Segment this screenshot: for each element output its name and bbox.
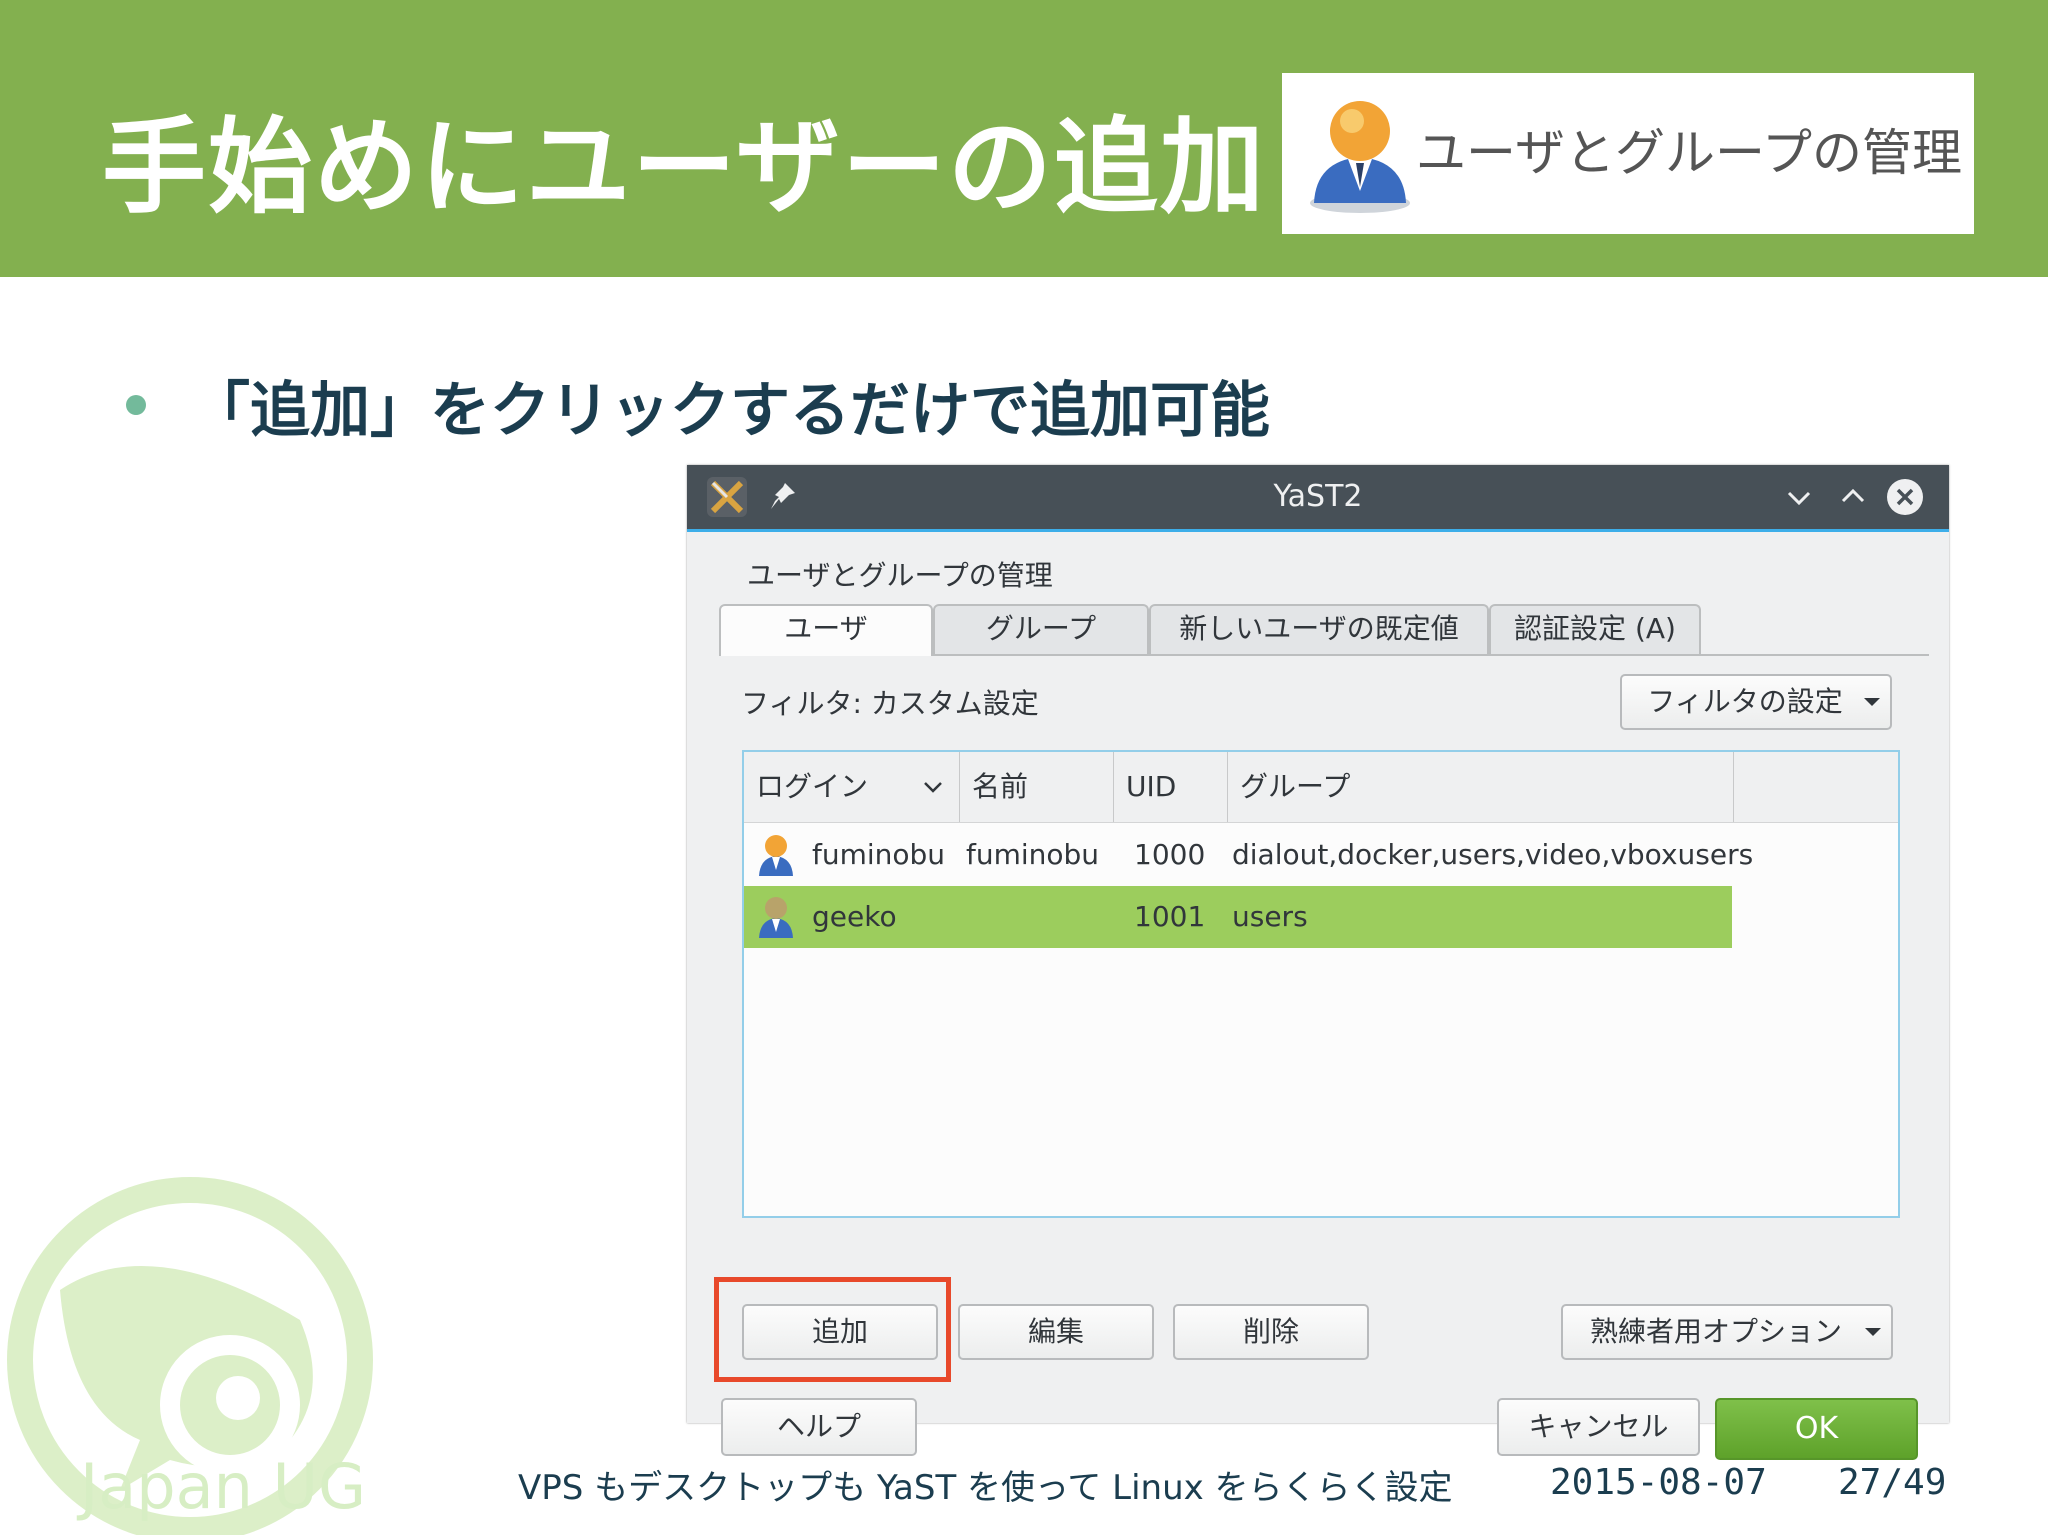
window-title: YaST2 <box>1273 479 1363 514</box>
filter-settings-button[interactable]: フィルタの設定 <box>1620 674 1892 730</box>
bullet-dot <box>126 395 146 415</box>
tab-users[interactable]: ユーザ <box>719 604 933 656</box>
cell-uid: 1000 <box>1134 838 1206 871</box>
dialog-content: ユーザとグループの管理 ユーザ グループ 新しいユーザの既定値 認証設定 (A)… <box>687 532 1949 1460</box>
slide: 手始めにユーザーの追加 ユーザとグループの管理 「追加」をクリックするだけで追加… <box>0 0 2048 1535</box>
table-header: ログイン 名前 UID グループ <box>744 752 1898 823</box>
page-number: 27/49 <box>1838 1462 1947 1503</box>
add-button-highlight <box>714 1277 951 1382</box>
cell-groups: users <box>1232 900 1308 933</box>
column-header-name[interactable]: 名前 <box>960 752 1114 822</box>
cell-login: geeko <box>812 900 897 933</box>
column-header-login-label: ログイン <box>756 770 869 803</box>
tab-groups[interactable]: グループ <box>933 604 1149 654</box>
close-icon[interactable] <box>1885 477 1925 517</box>
tab-new-user-defaults[interactable]: 新しいユーザの既定値 <box>1149 604 1489 654</box>
cell-name: fuminobu <box>966 838 1100 871</box>
tab-bar: ユーザ グループ 新しいユーザの既定値 認証設定 (A) <box>719 604 1929 656</box>
filter-settings-label: フィルタの設定 <box>1647 685 1843 718</box>
column-header-groups[interactable]: グループ <box>1228 752 1734 822</box>
tab-authentication[interactable]: 認証設定 (A) <box>1489 604 1701 654</box>
logo-text: Japan UG <box>80 1450 367 1523</box>
column-header-uid[interactable]: UID <box>1114 752 1228 822</box>
cell-login: fuminobu <box>812 838 946 871</box>
window-titlebar[interactable]: YaST2 <box>687 465 1949 532</box>
column-header-login[interactable]: ログイン <box>744 752 960 822</box>
bullet-text: 「追加」をクリックするだけで追加可能 <box>190 376 1270 446</box>
badge-label: ユーザとグループの管理 <box>1416 124 1962 182</box>
user-avatar-icon <box>759 835 793 876</box>
dialog-title: ユーザとグループの管理 <box>747 559 1053 592</box>
sort-chevron-icon <box>924 782 942 793</box>
expert-options-button[interactable]: 熟練者用オプション <box>1561 1304 1893 1360</box>
edit-button[interactable]: 編集 <box>958 1304 1154 1360</box>
delete-button[interactable]: 削除 <box>1173 1304 1369 1360</box>
maximize-icon[interactable] <box>1835 479 1871 515</box>
minimize-icon[interactable] <box>1781 479 1817 515</box>
user-avatar-icon <box>759 897 793 938</box>
slide-title: 手始めにユーザーの追加 <box>102 106 1266 228</box>
ok-button[interactable]: OK <box>1715 1398 1918 1460</box>
users-table: ログイン 名前 UID グループ fuminobu fuminobu 1000 … <box>742 750 1900 1218</box>
help-button[interactable]: ヘルプ <box>721 1398 917 1456</box>
expert-options-label: 熟練者用オプション <box>1589 1315 1842 1348</box>
table-row[interactable]: fuminobu fuminobu 1000 dialout,docker,us… <box>744 824 1753 886</box>
title-banner: 手始めにユーザーの追加 ユーザとグループの管理 <box>0 0 2048 277</box>
cancel-button[interactable]: キャンセル <box>1497 1398 1700 1456</box>
user-avatar-icon <box>1310 101 1410 213</box>
yast-module-badge: ユーザとグループの管理 <box>1282 73 1974 234</box>
cell-uid: 1001 <box>1134 900 1206 933</box>
table-row[interactable]: geeko 1001 users <box>744 886 1732 948</box>
yast-window: YaST2 ユーザとグループの管理 ユーザ グループ 新しいユーザの既定値 認証… <box>687 465 1949 1460</box>
footer-date: 2015-08-07 <box>1550 1462 1767 1503</box>
dropdown-arrow-icon <box>1864 698 1880 706</box>
footer-title: VPS もデスクトップも YaST を使って Linux をらくらく設定 <box>518 1468 1453 1508</box>
dropdown-arrow-icon <box>1865 1328 1881 1336</box>
filter-label: フィルタ: カスタム設定 <box>741 687 1039 720</box>
cell-groups: dialout,docker,users,video,vboxusers <box>1232 838 1754 871</box>
